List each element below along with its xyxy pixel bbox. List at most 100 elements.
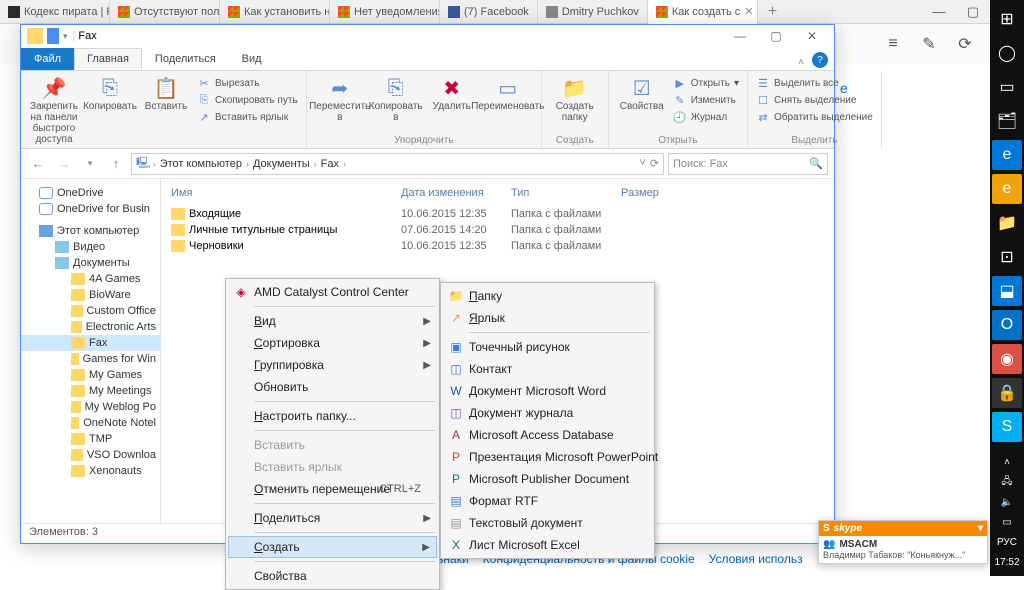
properties-button[interactable]: ☑Свойства <box>615 73 669 114</box>
sidebar-folder[interactable]: 4A Games <box>21 271 160 287</box>
context-menu-main[interactable]: ◈AMD Catalyst Control Center Вид▶Сортиров… <box>225 278 440 590</box>
window-maximize[interactable]: ▢ <box>758 25 794 47</box>
refresh-icon[interactable]: ⟳ <box>650 157 659 170</box>
sidebar-folder[interactable]: OneNote Notel <box>21 415 160 431</box>
pin-button[interactable]: 📌Закрепить на панели быстрого доступа <box>27 73 81 147</box>
up-button[interactable]: ↑ <box>105 153 127 175</box>
close-icon[interactable]: ▾ <box>978 523 983 534</box>
sidebar-folder[interactable]: Xenonauts <box>21 463 160 479</box>
paste-button[interactable]: 📋Вставить <box>139 73 193 114</box>
menu-item[interactable]: Свойства <box>228 565 437 587</box>
close-icon[interactable]: ✕ <box>744 5 753 18</box>
selectall-button[interactable]: ☰Выделить все <box>754 75 875 91</box>
menu-item[interactable]: ▤Формат RTF <box>443 490 652 512</box>
menu-item[interactable]: Группировка▶ <box>228 354 437 376</box>
taskbar-app-icon[interactable]: ⊡ <box>992 242 1022 272</box>
taskbar-app-icon[interactable]: S <box>992 412 1022 442</box>
sidebar-folder[interactable]: Custom Office <box>21 303 160 319</box>
tab-view[interactable]: Вид <box>229 48 275 70</box>
menu-item[interactable]: Обновить <box>228 376 437 398</box>
tray-up-icon[interactable]: ˄ <box>1004 454 1010 470</box>
browser-max[interactable]: ▢ <box>956 0 990 24</box>
browser-tab[interactable]: Кодекс пирата | F <box>0 0 110 24</box>
browser-min[interactable]: — <box>922 0 956 24</box>
sidebar-folder[interactable]: VSO Downloa <box>21 447 160 463</box>
notification-icon[interactable]: ▭ <box>1002 514 1011 530</box>
menu-item[interactable]: WДокумент Microsoft Word <box>443 380 652 402</box>
back-button[interactable]: ← <box>27 153 49 175</box>
browser-tab[interactable]: Нет уведомления <box>330 0 440 24</box>
tab-home[interactable]: Главная <box>74 48 142 70</box>
menu-item[interactable]: AMicrosoft Access Database <box>443 424 652 446</box>
taskbar-app-icon[interactable]: ◉ <box>992 344 1022 374</box>
sidebar-documents[interactable]: Документы <box>21 255 160 271</box>
window-minimize[interactable]: — <box>722 25 758 47</box>
taskbar-app-icon[interactable]: ◯ <box>992 38 1022 68</box>
footer-link[interactable]: Условия использ <box>709 552 803 566</box>
menu-item[interactable]: Сортировка▶ <box>228 332 437 354</box>
menu-item[interactable]: ▤Текстовый документ <box>443 512 652 534</box>
clock[interactable]: 17:52 <box>994 554 1019 570</box>
copypath-button[interactable]: ⎘Скопировать путь <box>195 92 300 108</box>
taskbar-app-icon[interactable]: ⊞ <box>992 4 1022 34</box>
menu-item[interactable]: ◫Документ журнала <box>443 402 652 424</box>
copyto-button[interactable]: ⎘Копировать в <box>369 73 423 125</box>
sidebar-onedrive[interactable]: OneDrive <box>21 185 160 201</box>
nav-sidebar[interactable]: OneDrive OneDrive for Busin Этот компьют… <box>21 179 161 523</box>
search-input[interactable]: Поиск: Fax 🔍 <box>668 153 828 175</box>
taskbar-app-icon[interactable]: O <box>992 310 1022 340</box>
tab-file[interactable]: Файл <box>21 48 74 70</box>
ribbon-collapse-icon[interactable]: ˄ <box>792 55 810 70</box>
share-icon[interactable]: ⟳ <box>954 33 976 55</box>
taskbar-app-icon[interactable]: 🗂 <box>992 106 1022 136</box>
selectinvert-button[interactable]: ⇄Обратить выделение <box>754 109 875 125</box>
sidebar-folder[interactable]: Games for Win <box>21 351 160 367</box>
sidebar-folder[interactable]: My Meetings <box>21 383 160 399</box>
taskbar-app-icon[interactable]: 🔒 <box>992 378 1022 408</box>
rename-button[interactable]: ▭Переименовать <box>481 73 535 114</box>
quick-access-icon[interactable] <box>47 28 59 44</box>
context-menu-new[interactable]: 📁Папку↗Ярлык▣Точечный рисунок◫КонтактWДо… <box>440 282 655 559</box>
edit-button[interactable]: ✎Изменить <box>671 92 741 108</box>
menu-item[interactable]: 📁Папку <box>443 285 652 307</box>
system-tray[interactable]: ˄ 🖧 🔈 ▭ РУС 17:52 <box>990 454 1024 576</box>
menu-item[interactable]: ↗Ярлык <box>443 307 652 329</box>
file-row[interactable]: Черновики10.06.2015 12:35Папка с файлами <box>171 238 824 254</box>
taskbar-app-icon[interactable]: e <box>992 140 1022 170</box>
help-icon[interactable]: ? <box>812 52 828 68</box>
taskbar-app-icon[interactable]: 📁 <box>992 208 1022 238</box>
menu-item[interactable]: Поделиться▶ <box>228 507 437 529</box>
menu-item[interactable]: ◫Контакт <box>443 358 652 380</box>
menu-item[interactable]: Настроить папку... <box>228 405 437 427</box>
taskbar-app-icon[interactable]: ⬓ <box>992 276 1022 306</box>
taskbar-app-icon[interactable]: ▭ <box>992 72 1022 102</box>
file-row[interactable]: Личные титульные страницы07.06.2015 14:2… <box>171 222 824 238</box>
browser-tab[interactable]: Как создать с✕ <box>648 0 758 24</box>
forward-button[interactable]: → <box>53 153 75 175</box>
newfolder-button[interactable]: 📁Создать папку <box>548 73 602 125</box>
sidebar-video[interactable]: Видео <box>21 239 160 255</box>
dropdown-icon[interactable]: ▾ <box>61 31 70 42</box>
sidebar-folder[interactable]: Fax <box>21 335 160 351</box>
history-button[interactable]: 🕘Журнал <box>671 109 741 125</box>
cut-button[interactable]: ✂Вырезать <box>195 75 300 91</box>
new-tab-button[interactable]: + <box>758 3 787 21</box>
note-icon[interactable]: ✎ <box>918 33 940 55</box>
skype-notification[interactable]: Sskype▾ 👥MSACM Владимир Табаков: "Коньяк… <box>818 520 988 564</box>
volume-icon[interactable]: 🔈 <box>1001 494 1013 510</box>
menu-item[interactable]: Вид▶ <box>228 310 437 332</box>
language-indicator[interactable]: РУС <box>997 534 1017 550</box>
selectnone-button[interactable]: ☐Снять выделение <box>754 92 875 108</box>
sidebar-folder[interactable]: My Weblog Po <box>21 399 160 415</box>
menu-item[interactable]: ◈AMD Catalyst Control Center <box>228 281 437 303</box>
browser-tab[interactable]: Как установить н <box>220 0 330 24</box>
network-icon[interactable]: 🖧 <box>1001 474 1012 490</box>
menu-item[interactable]: Отменить перемещениеCTRL+Z <box>228 478 437 500</box>
hub-icon[interactable]: ≡ <box>882 33 904 55</box>
browser-tab[interactable]: Dmitry Puchkov <box>538 0 648 24</box>
menu-item[interactable]: PMicrosoft Publisher Document <box>443 468 652 490</box>
window-close[interactable]: ✕ <box>794 25 830 47</box>
explorer-titlebar[interactable]: ▾ | Fax — ▢ ✕ <box>21 25 834 47</box>
search-icon[interactable]: 🔍 <box>809 157 823 170</box>
open-button[interactable]: ▶Открыть▾ <box>671 75 741 91</box>
